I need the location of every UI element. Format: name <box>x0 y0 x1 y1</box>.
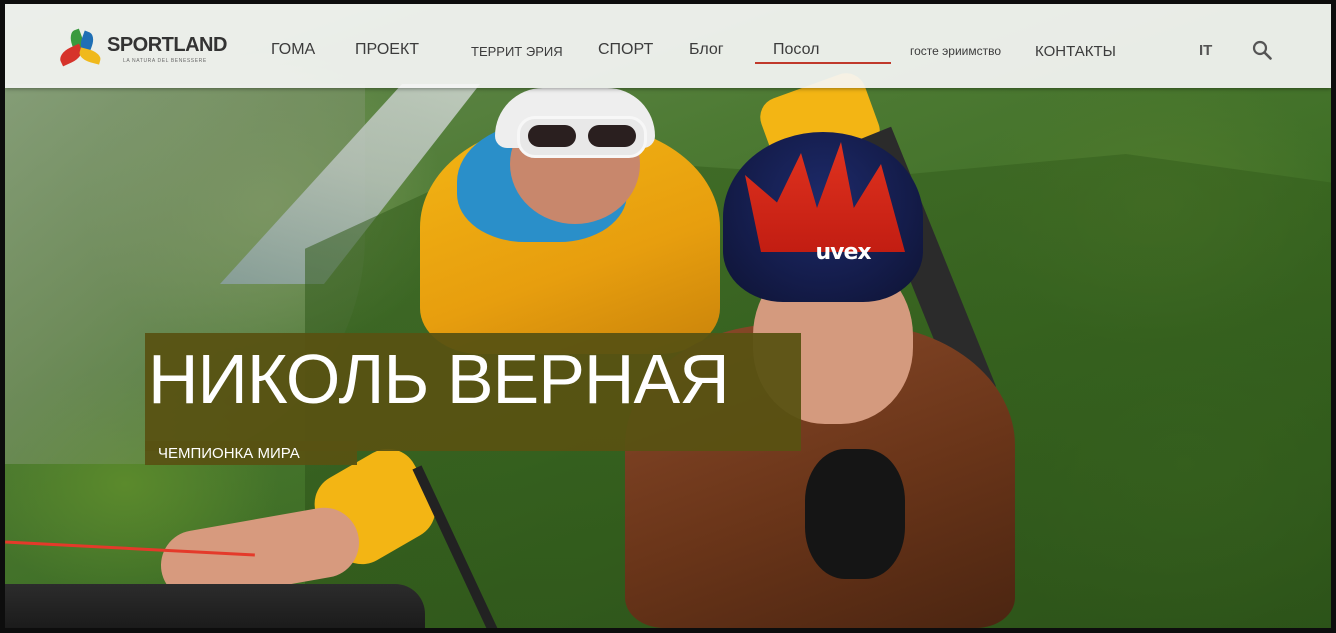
nav-item-ambassador[interactable]: Посол <box>773 41 819 59</box>
nav-item-contacts[interactable]: КОНТАКТЫ <box>1035 43 1116 60</box>
nav-item-territory[interactable]: ТЕРРИТ ЭРИЯ <box>471 44 563 59</box>
logo-tagline: LA NATURA DEL BENESSERE <box>123 58 207 64</box>
nav-item-blog[interactable]: Блог <box>689 41 724 59</box>
page-frame: uvex SPORTLAND LA NATURA DEL BENESSERE Г… <box>5 4 1331 628</box>
top-navbar: SPORTLAND LA NATURA DEL BENESSERE ГОМА П… <box>5 4 1331 88</box>
helmet-brand-logo: uvex <box>815 240 871 265</box>
hero-title: НИКОЛЬ ВЕРНАЯ <box>148 340 730 418</box>
active-nav-underline <box>755 62 891 64</box>
nav-item-goma[interactable]: ГОМА <box>271 41 315 59</box>
language-switch[interactable]: IT <box>1199 42 1212 59</box>
logo-mark-icon <box>57 28 103 70</box>
nav-item-hospitality[interactable]: госте эриимство <box>910 44 1001 58</box>
hero-subtitle: ЧЕМПИОНКА МИРА <box>158 445 300 462</box>
logo[interactable]: SPORTLAND LA NATURA DEL BENESSERE <box>57 28 237 74</box>
glove <box>805 449 905 579</box>
pilot-goggles <box>517 116 647 158</box>
nav-item-sport[interactable]: СПОРТ <box>598 41 653 59</box>
nav-item-project[interactable]: ПРОЕКТ <box>355 41 419 59</box>
harness <box>5 584 425 628</box>
search-icon[interactable] <box>1252 40 1272 60</box>
logo-name: SPORTLAND <box>107 34 227 56</box>
hero-image: uvex <box>5 4 1331 628</box>
